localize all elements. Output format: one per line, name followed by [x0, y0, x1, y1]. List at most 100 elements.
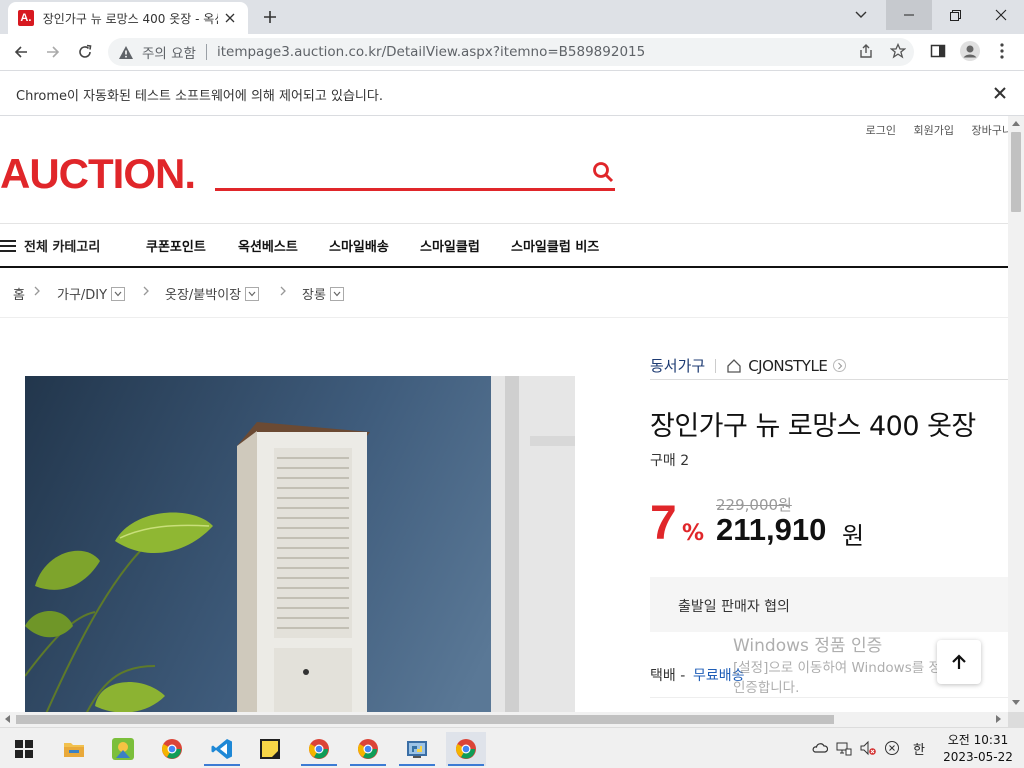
chevron-down-icon[interactable]	[245, 286, 260, 301]
onedrive-icon[interactable]	[812, 740, 828, 756]
horizontal-scroll-thumb[interactable]	[16, 715, 834, 724]
back-button[interactable]	[8, 39, 34, 65]
breadcrumb-home[interactable]: 홈	[13, 284, 25, 303]
hamburger-icon	[0, 239, 16, 253]
chevron-down-icon[interactable]	[111, 286, 126, 301]
search-input[interactable]	[215, 188, 615, 191]
scroll-to-top-button[interactable]	[937, 640, 981, 684]
chevron-right-icon	[279, 285, 291, 299]
clock-time: 오전 10:31	[947, 733, 1009, 747]
restore-button[interactable]	[932, 0, 978, 30]
tab-search-icon[interactable]	[838, 0, 884, 30]
close-tab-icon[interactable]	[222, 10, 238, 26]
shipping-date-text: 출발일 판매자 협의	[678, 599, 790, 615]
network-icon[interactable]	[836, 740, 852, 756]
nav-auction-best[interactable]: 옥션베스트	[238, 236, 298, 255]
page-viewport: 로그인 회원가입 장바구니 AUCTION. 전체 카테고리 쿠폰포인트 옥션베…	[0, 116, 1008, 712]
sale-price: 211,910	[716, 512, 827, 547]
close-infobar-icon[interactable]	[992, 85, 1008, 101]
file-explorer-icon[interactable]	[54, 732, 94, 766]
tab-strip: A. 장인가구 뉴 로망스 400 옷장 - 옥션	[0, 0, 1024, 34]
address-divider	[205, 44, 207, 60]
nav-coupon-point[interactable]: 쿠폰포인트	[146, 236, 206, 255]
all-categories-button[interactable]: 전체 카테고리	[0, 236, 100, 255]
security-status-label[interactable]: 주의 요함	[142, 42, 196, 62]
automation-notice: Chrome이 자동화된 테스트 소프트웨어에 의해 제어되고 있습니다.	[16, 89, 383, 104]
volume-muted-icon[interactable]	[860, 740, 876, 756]
search-icon[interactable]	[592, 161, 616, 185]
system-clock[interactable]: 오전 10:31 2023-05-22	[940, 732, 1016, 766]
scroll-up-arrow-icon[interactable]	[1012, 120, 1020, 126]
signup-link[interactable]: 회원가입	[914, 124, 954, 137]
discount-percent-sign: %	[682, 521, 705, 546]
side-panel-icon[interactable]	[926, 39, 950, 63]
seller-divider	[715, 358, 717, 373]
utility-links: 로그인 회원가입 장바구니	[852, 122, 1008, 138]
new-tab-button[interactable]	[258, 6, 282, 28]
url-text[interactable]: itempage3.auction.co.kr/DetailView.aspx?…	[217, 44, 645, 60]
ime-indicator[interactable]: 한	[913, 739, 925, 758]
windows-logo-icon	[15, 740, 33, 758]
cart-link[interactable]: 장바구니	[972, 124, 1008, 137]
vertical-scrollbar[interactable]	[1008, 116, 1024, 712]
login-link[interactable]: 로그인	[866, 124, 896, 137]
product-title: 장인가구 뉴 로망스 400 옷장	[650, 411, 976, 442]
breadcrumb-wardrobe[interactable]: 옷장/붙박이장	[165, 284, 260, 303]
python-app-icon[interactable]	[397, 732, 437, 766]
seller-row: 동서가구 CJONSTYLE	[650, 352, 1008, 380]
delivery-label: 택배 -	[650, 668, 686, 684]
share-icon[interactable]	[854, 39, 878, 63]
chevron-down-icon[interactable]	[329, 286, 344, 301]
arrow-up-icon	[950, 653, 968, 671]
shipping-info-box: 출발일 판매자 협의	[650, 577, 1008, 632]
chrome-icon[interactable]	[446, 732, 486, 766]
breadcrumb-furniture[interactable]: 가구/DIY	[57, 284, 126, 303]
forward-button[interactable]	[40, 39, 66, 65]
reload-button[interactable]	[72, 39, 98, 65]
global-nav: 전체 카테고리 쿠폰포인트 옥션베스트 스마일배송 스마일클럽 스마일클럽 비즈	[0, 223, 1008, 268]
nav-smile-club-biz[interactable]: 스마일클럽 비즈	[511, 236, 599, 255]
nav-smile-club[interactable]: 스마일클럽	[420, 236, 480, 255]
chevron-right-icon[interactable]	[833, 359, 847, 372]
chrome-icon[interactable]	[152, 732, 192, 766]
automation-infobar: Chrome이 자동화된 테스트 소프트웨어에 의해 제어되고 있습니다.	[0, 70, 1024, 116]
auction-logo[interactable]: AUCTION.	[0, 150, 196, 198]
address-bar[interactable]: 주의 요함 itempage3.auction.co.kr/DetailView…	[108, 38, 914, 66]
scrollbar-corner	[1008, 712, 1024, 727]
browser-tab[interactable]: A. 장인가구 뉴 로망스 400 옷장 - 옥션	[8, 2, 248, 34]
breadcrumb-closet[interactable]: 장롱	[302, 284, 344, 303]
breadcrumb-label: 장롱	[302, 288, 326, 303]
chrome-icon[interactable]	[299, 732, 339, 766]
discount-rate: 7	[650, 497, 677, 550]
close-window-button[interactable]	[978, 0, 1024, 30]
scroll-left-arrow-icon[interactable]	[4, 715, 10, 723]
chevron-right-icon	[33, 285, 45, 299]
start-button[interactable]	[4, 732, 44, 766]
warning-icon[interactable]	[118, 45, 134, 60]
profile-avatar-icon[interactable]	[958, 39, 982, 63]
notification-icon[interactable]	[884, 740, 900, 756]
menu-kebab-icon[interactable]	[990, 39, 1014, 63]
vertical-scroll-thumb[interactable]	[1011, 132, 1021, 212]
vscode-icon[interactable]	[202, 732, 242, 766]
horizontal-scrollbar[interactable]	[0, 712, 1008, 727]
breadcrumb-label: 옷장/붙박이장	[165, 288, 242, 303]
tab-title: 장인가구 뉴 로망스 400 옷장 - 옥션	[42, 11, 219, 26]
breadcrumb-label: 가구/DIY	[57, 288, 108, 303]
sale-price-unit: 원	[842, 522, 865, 550]
seller-name-link[interactable]: 동서가구	[650, 355, 705, 376]
chevron-right-icon	[142, 285, 154, 299]
breadcrumb: 홈 가구/DIY 옷장/붙박이장 장롱	[0, 268, 1008, 318]
nav-smile-delivery[interactable]: 스마일배송	[329, 236, 389, 255]
bookmark-star-icon[interactable]	[886, 39, 910, 63]
activation-watermark-title: Windows 정품 인증	[733, 636, 883, 656]
store-name-link[interactable]: CJONSTYLE	[748, 357, 828, 375]
windows-taskbar: 한 오전 10:31 2023-05-22	[0, 727, 1024, 768]
product-image[interactable]	[25, 376, 575, 712]
scroll-right-arrow-icon[interactable]	[996, 715, 1002, 723]
scroll-down-arrow-icon[interactable]	[1012, 700, 1020, 706]
maps-app-icon[interactable]	[103, 732, 143, 766]
sticky-notes-icon[interactable]	[250, 732, 290, 766]
minimize-button[interactable]	[886, 0, 932, 30]
chrome-icon[interactable]	[348, 732, 388, 766]
